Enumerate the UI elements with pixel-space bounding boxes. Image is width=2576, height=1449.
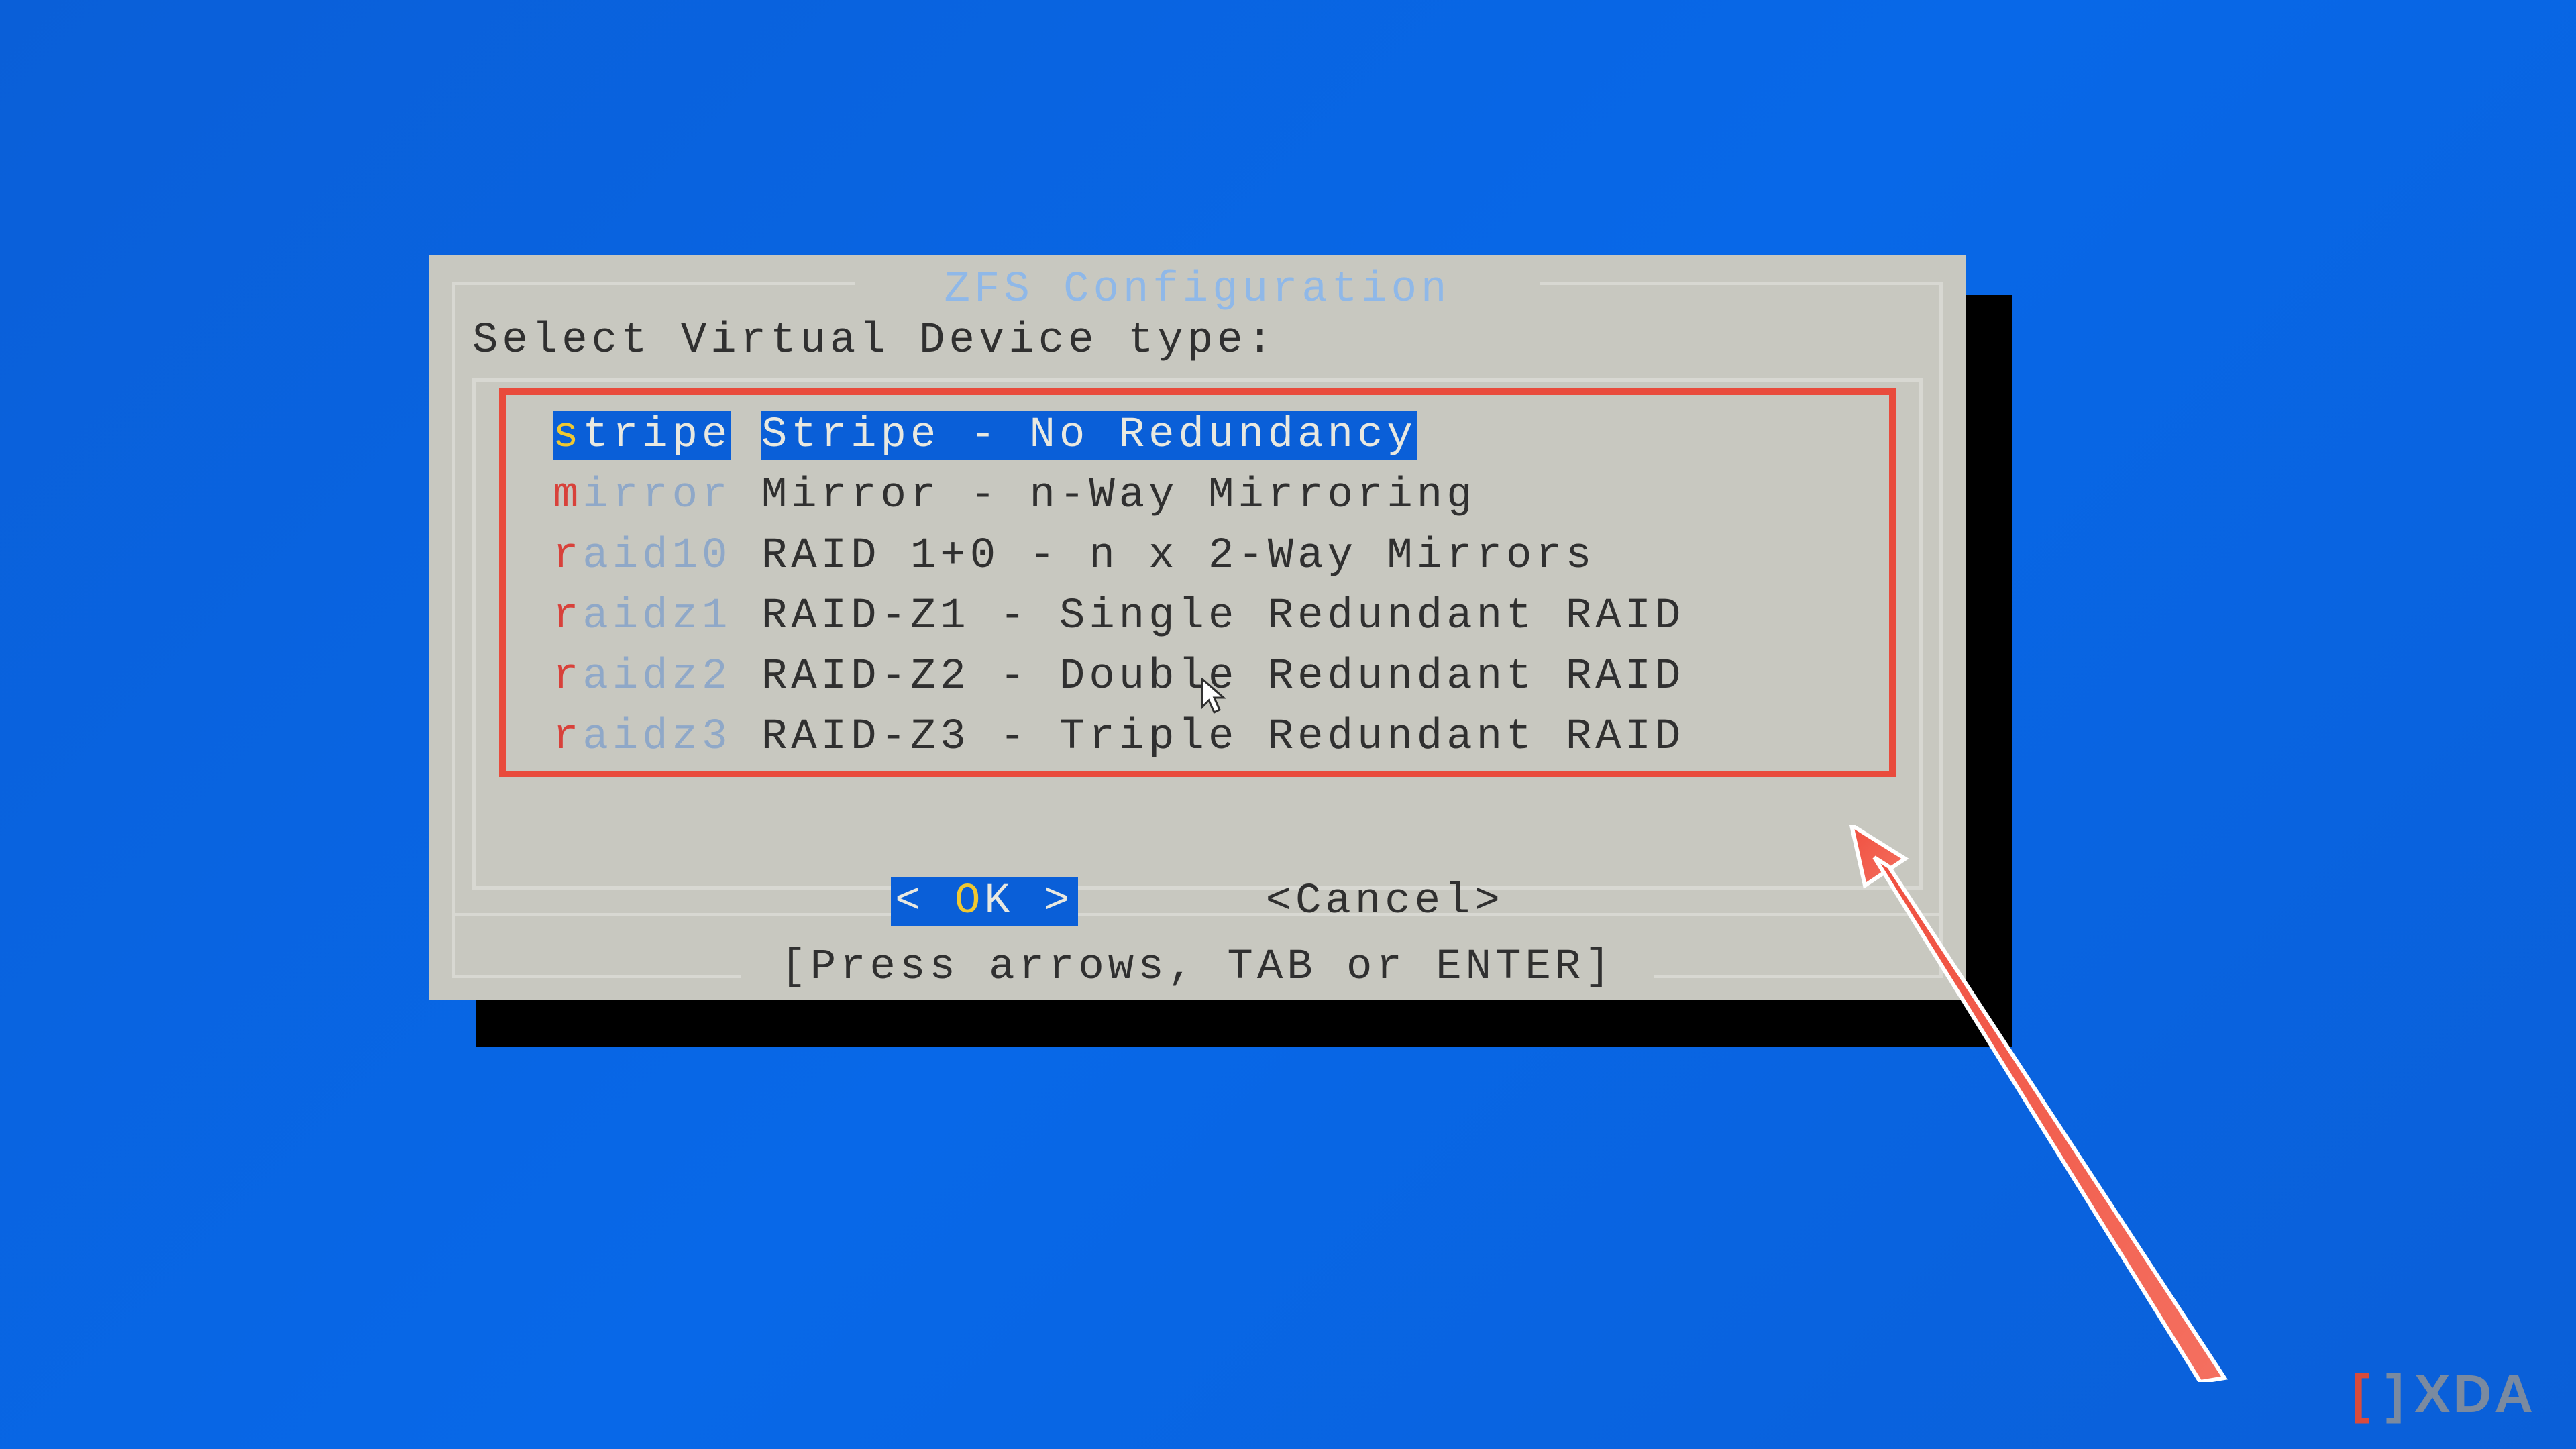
hotkey: r	[553, 592, 582, 641]
xda-watermark: [ ] XDA	[2352, 1363, 2536, 1425]
keyword-rest: aidz3	[582, 713, 731, 761]
keyword-rest: aidz1	[582, 592, 731, 641]
menu-item-raid10[interactable]: raid10 RAID 1+0 - n x 2-Way Mirrors	[553, 526, 1684, 586]
keyword-rest: irror	[582, 472, 731, 520]
menu-item-raidz3[interactable]: raidz3 RAID-Z3 - Triple Redundant RAID	[553, 707, 1684, 767]
watermark-text: XDA	[2414, 1363, 2536, 1425]
hotkey: r	[553, 653, 582, 701]
menu-desc: RAID 1+0 - n x 2-Way Mirrors	[761, 532, 1595, 580]
menu-desc: Stripe - No Redundancy	[761, 411, 1417, 460]
keyword-rest: aidz2	[582, 653, 731, 701]
hotkey: r	[553, 713, 582, 761]
zfs-config-dialog: ZFS Configuration Select Virtual Device …	[429, 255, 1966, 1000]
menu-item-stripe[interactable]: stripe Stripe - No Redundancy	[553, 405, 1684, 466]
hotkey: s	[553, 411, 582, 460]
menu-item-raidz1[interactable]: raidz1 RAID-Z1 - Single Redundant RAID	[553, 586, 1684, 647]
ok-button[interactable]: < OK >	[891, 877, 1077, 926]
menu-item-raidz2[interactable]: raidz2 RAID-Z2 - Double Redundant RAID	[553, 647, 1684, 707]
hotkey: m	[553, 472, 582, 520]
dialog-buttons: < OK > <Cancel>	[452, 877, 1943, 926]
keyword-rest: tripe	[582, 411, 731, 460]
vdev-type-menu[interactable]: stripe Stripe - No Redundancy mirror Mir…	[553, 405, 1684, 767]
annotation-arrow-icon	[1825, 825, 2241, 1382]
menu-item-mirror[interactable]: mirror Mirror - n-Way Mirroring	[553, 466, 1684, 526]
menu-desc: RAID-Z3 - Triple Redundant RAID	[761, 713, 1685, 761]
menu-desc: RAID-Z1 - Single Redundant RAID	[761, 592, 1685, 641]
dialog-prompt: Select Virtual Device type:	[472, 317, 1277, 365]
menu-desc: Mirror - n-Way Mirroring	[761, 472, 1477, 520]
mouse-cursor-icon	[1201, 678, 1228, 715]
xda-logo-icon: [ ]	[2352, 1363, 2406, 1425]
hotkey: r	[553, 532, 582, 580]
bottom-frame: < OK ><Cancel> [Press arrows, TAB or ENT…	[452, 864, 1943, 978]
keyword-rest: aid10	[582, 532, 731, 580]
navigation-hint: [Press arrows, TAB or ENTER]	[780, 943, 1614, 991]
cancel-button[interactable]: <Cancel>	[1266, 877, 1504, 926]
